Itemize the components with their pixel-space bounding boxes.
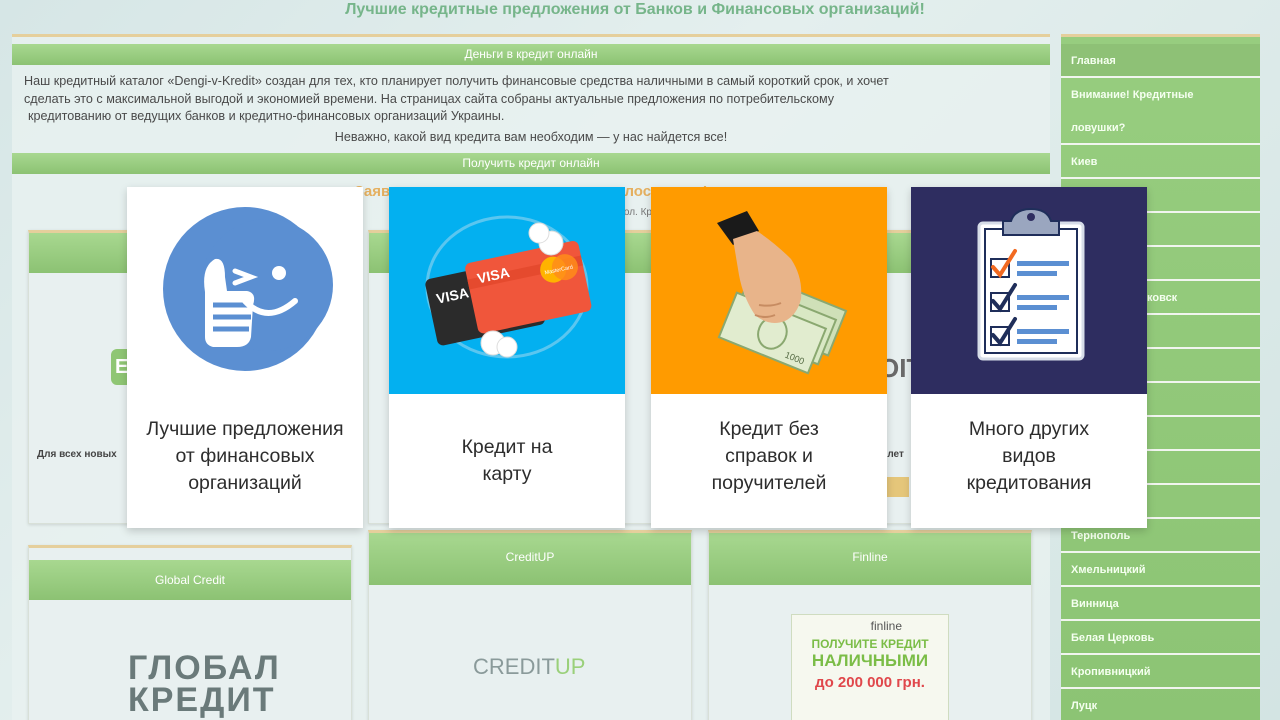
finline-ad-banner[interactable]: finline ПОЛУЧИТЕ КРЕДИТ НАЛИЧНЫМИ до 200… [791, 614, 949, 720]
overlay-card-caption: Кредит на карту [389, 434, 625, 488]
global-credit-logo: ГЛОБАЛ КРЕДИТ [128, 649, 281, 719]
sidebar-item-khmelnytskyi[interactable]: Хмельницкий [1061, 553, 1260, 587]
offer-card-creditup[interactable]: CreditUP CREDITUP [368, 530, 692, 720]
thumbs-up-smiley-icon [163, 207, 333, 371]
logo-line: ГЛОБАЛ [128, 649, 281, 687]
offer-card-text: Для всех новых [37, 449, 117, 460]
overlay-card-best-offers[interactable]: Лучшие предложения от финансовых организ… [127, 187, 363, 528]
section-title-loans-online: Деньги в кредит онлайн [12, 44, 1050, 65]
overlay-card-picture [911, 187, 1147, 394]
overlay-card-card-credit[interactable]: VISA VISA MasterCard Кредит на карту [389, 187, 625, 528]
offer-card-title: Global Credit [29, 560, 351, 600]
intro-line: сделать это с максимальной выгодой и эко… [24, 91, 835, 106]
overlay-card-other-credit[interactable]: Много других видов кредитования [911, 187, 1147, 528]
caption-line: Кредит на [461, 436, 553, 458]
section-title-get-loan: Получить кредит онлайн [12, 153, 1050, 174]
caption-line: карту [482, 463, 532, 485]
caption-line: поручителей [711, 472, 827, 494]
overlay-card-picture [127, 187, 363, 394]
sidebar-item-lutsk[interactable]: Луцк [1061, 689, 1260, 720]
offer-card-title: Finline [709, 533, 1031, 585]
sidebar-item-bila-tserkva[interactable]: Белая Церковь [1061, 621, 1260, 655]
overlay-card-caption: Кредит без справок и поручителей [651, 416, 887, 497]
intro-tagline: Неважно, какой вид кредита вам необходим… [334, 130, 728, 144]
logo-part: CREDIT [473, 654, 555, 679]
sidebar-item-kiev[interactable]: Киев [1061, 145, 1260, 179]
sidebar-item-kropyvnytskyi[interactable]: Кропивницкий [1061, 655, 1260, 689]
finline-ad-line: ПОЛУЧИТЕ КРЕДИТ [811, 637, 929, 651]
hand-money-icon: 1000 [717, 211, 848, 375]
caption-line: видов [1002, 445, 1056, 467]
page-title: Лучшие кредитные предложения от Банков и… [345, 1, 925, 18]
sidebar-item-credit-traps[interactable]: Внимание! Кредитные ловушки? [1061, 79, 1260, 145]
sidebar-item-home[interactable]: Главная [1061, 44, 1260, 78]
offer-card-global-credit[interactable]: Global Credit ГЛОБАЛ КРЕДИТ [28, 545, 352, 720]
overlay-card-caption: Лучшие предложения от финансовых организ… [127, 416, 363, 497]
caption-line: кредитования [966, 472, 1092, 494]
sidebar-item-label: Внимание! Кредитные ловушки? [1071, 89, 1194, 134]
creditup-logo: CREDITUP [473, 654, 585, 680]
overlay-card-no-documents[interactable]: 1000 Кредит без справок и поручителей [651, 187, 887, 528]
offer-card-title: CreditUP [369, 533, 691, 585]
caption-line: организаций [188, 472, 302, 494]
finline-ad-line: до 200 000 грн. [815, 674, 925, 691]
overlay-card-caption: Много других видов кредитования [911, 416, 1147, 497]
finline-brand: finline [870, 619, 902, 633]
intro-line: Наш кредитный каталог «Dengi-v-Kredit» с… [24, 74, 889, 88]
clipboard-checklist-icon [977, 207, 1085, 361]
caption-line: справок и [725, 445, 813, 467]
sidebar-item-vinnytsia[interactable]: Винница [1061, 587, 1260, 621]
overlay-card-picture: VISA VISA MasterCard [389, 187, 625, 394]
intro-text: Наш кредитный каталог «Dengi-v-Kredit» с… [24, 73, 1039, 126]
caption-line: Кредит без [719, 418, 819, 440]
caption-line: Много других [968, 418, 1090, 440]
logo-line: КРЕДИТ [128, 681, 276, 719]
overlay-card-picture: 1000 [651, 187, 887, 394]
logo-part: UP [554, 654, 586, 679]
offer-card-finline[interactable]: Finline finline ПОЛУЧИТЕ КРЕДИТ НАЛИЧНЫМ… [708, 530, 1032, 720]
intro-line: кредитованию от ведущих банков и кредитн… [28, 109, 505, 123]
finline-ad-line: НАЛИЧНЫМИ [811, 651, 929, 670]
caption-line: Лучшие предложения [146, 418, 344, 440]
credit-cards-icon: VISA VISA MasterCard [425, 215, 592, 359]
caption-line: от финансовых [175, 445, 315, 467]
